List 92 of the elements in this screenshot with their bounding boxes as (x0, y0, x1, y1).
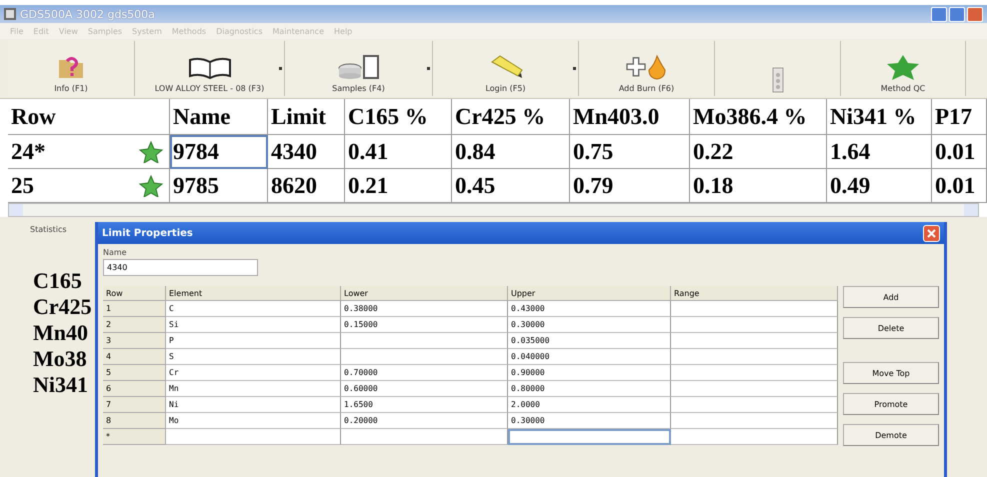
table-cell: Mn (166, 381, 341, 397)
table-cell: 0.21 (345, 169, 452, 203)
table-cell: S (166, 349, 341, 365)
close-button[interactable] (967, 6, 983, 22)
dialog-button[interactable]: Demote (843, 424, 939, 446)
table-cell: 0.30000 (508, 317, 671, 333)
row-number: 25 (11, 172, 34, 198)
table-cell: 1.6500 (341, 397, 508, 413)
table-cell: 8620 (268, 169, 345, 203)
table-cell: 0.49 (827, 169, 932, 203)
table-cell: 0.15000 (341, 317, 508, 333)
star-icon (139, 140, 163, 162)
table-cell: 0.90000 (508, 365, 671, 381)
row-header: 4 (103, 349, 166, 365)
table-cell: P (166, 333, 341, 349)
row-header: 5 (103, 365, 166, 381)
statistic-label: Cr425 (33, 294, 92, 320)
dialog-button[interactable]: Add (843, 286, 939, 308)
table-cell: C (166, 301, 341, 317)
plus-flame-icon (624, 54, 668, 80)
name-label: Name (103, 248, 128, 257)
column-header: C165 % (345, 99, 452, 135)
table-cell: 0.01 (932, 135, 987, 169)
close-icon (927, 228, 936, 238)
column-header: Upper (508, 286, 671, 301)
table-cell: Mo (166, 413, 341, 429)
table-cell: 2.0000 (508, 397, 671, 413)
table-cell: 0.79 (570, 169, 690, 203)
dialog-button[interactable]: Promote (843, 393, 939, 415)
column-header: P17 (932, 99, 987, 135)
table-cell: 0.80000 (508, 381, 671, 397)
horizontal-scrollbar[interactable] (8, 203, 979, 217)
table-cell: 4340 (268, 135, 345, 169)
window-title: GDS500A 3002 gds500a (20, 8, 155, 20)
column-header: Mn403.0 (570, 99, 690, 135)
row-header: 6 (103, 381, 166, 397)
table-cell: Ni (166, 397, 341, 413)
table-cell: 0.30000 (508, 413, 671, 429)
new-row-marker: * (103, 429, 166, 445)
app-icon (4, 8, 16, 20)
column-header: Mo386.4 % (690, 99, 827, 135)
restore-button[interactable] (949, 6, 965, 22)
table-cell: 0.43000 (508, 301, 671, 317)
star-icon (139, 174, 163, 196)
table-cell: 0.70000 (341, 365, 508, 381)
dialog-button[interactable]: Delete (843, 317, 939, 339)
column-header: Name (170, 99, 268, 135)
column-header: Element (166, 286, 341, 301)
column-header: Row (8, 99, 170, 135)
row-number: 24* (11, 138, 46, 164)
minimize-button[interactable] (931, 6, 947, 22)
table-cell: 0.01 (932, 169, 987, 203)
dialog-button[interactable]: Move Top (843, 362, 939, 384)
table-cell: 0.84 (452, 135, 570, 169)
dialog-title: Limit Properties (102, 228, 193, 238)
table-cell: 9784 (170, 135, 268, 169)
table-cell: Si (166, 317, 341, 333)
statistic-label: Ni341 (33, 372, 88, 398)
name-field[interactable]: 4340 (103, 259, 258, 276)
question-folder-icon (57, 54, 85, 80)
row-header: 1 (103, 301, 166, 317)
close-button[interactable] (923, 224, 940, 242)
table-cell: 0.035000 (508, 333, 671, 349)
column-header: Limit (268, 99, 345, 135)
statistic-label: Mo38 (33, 346, 87, 372)
table-cell: 0.41 (345, 135, 452, 169)
column-header: Row (103, 286, 166, 301)
column-header: Cr425 % (452, 99, 570, 135)
column-header: Ni341 % (827, 99, 932, 135)
table-cell: 0.75 (570, 135, 690, 169)
table-cell: 0.38000 (341, 301, 508, 317)
row-header: 8 (103, 413, 166, 429)
table-cell: 0.20000 (341, 413, 508, 429)
table-cell: 0.22 (690, 135, 827, 169)
table-cell: 0.60000 (341, 381, 508, 397)
row-header: 3 (103, 333, 166, 349)
statistic-label: C165 (33, 268, 82, 294)
table-cell: 0.18 (690, 169, 827, 203)
table-cell: Cr (166, 365, 341, 381)
device-icon (770, 67, 784, 93)
cylinders-icon (338, 54, 380, 80)
table-cell: 1.64 (827, 135, 932, 169)
book-icon (186, 56, 232, 80)
column-header: Range (671, 286, 838, 301)
edit-field[interactable] (508, 429, 671, 445)
column-header: Lower (341, 286, 508, 301)
table-cell: 0.040000 (508, 349, 671, 365)
row-header: 7 (103, 397, 166, 413)
table-cell: 0.45 (452, 169, 570, 203)
statistic-label: Mn40 (33, 320, 88, 346)
row-header: 2 (103, 317, 166, 333)
table-cell: 9785 (170, 169, 268, 203)
